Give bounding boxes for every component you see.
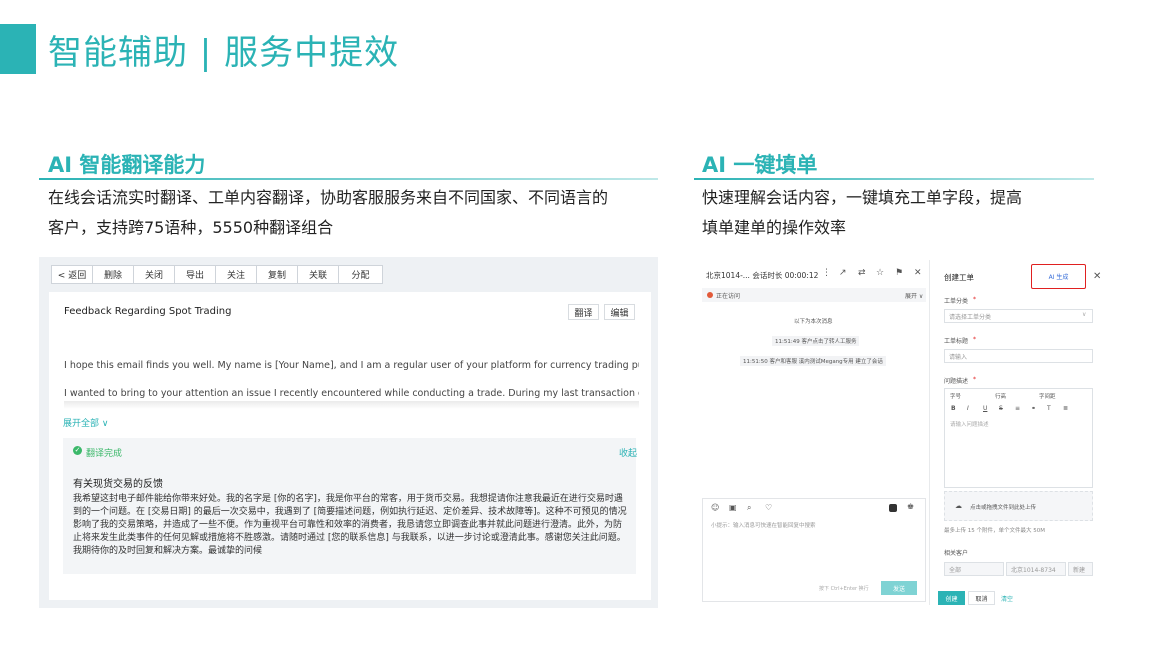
- export-button[interactable]: 导出: [174, 265, 216, 284]
- text-fade: [64, 401, 639, 409]
- email-card: Feedback Regarding Spot Trading 翻译 编辑 I …: [49, 292, 651, 600]
- back-button[interactable]: < 返回: [51, 265, 93, 284]
- share-icon[interactable]: ↗: [839, 268, 847, 278]
- check-icon: ✓: [73, 446, 82, 455]
- customer-scope-select[interactable]: 全部: [944, 562, 1004, 576]
- copy-button[interactable]: 复制: [256, 265, 298, 284]
- category-label: 工单分类: [944, 298, 969, 305]
- ticket-title-label: 工单标题: [944, 338, 969, 345]
- category-required: *: [973, 296, 976, 303]
- section-title-translation: AI 智能翻译能力: [48, 153, 206, 177]
- event-transfer: 11:51:49 客户点击了转人工服务: [772, 336, 860, 346]
- email-paragraph-2: I wanted to bring to your attention an i…: [64, 388, 639, 399]
- image-icon[interactable]: ▣: [729, 503, 737, 512]
- collapse-link[interactable]: 收起: [619, 446, 637, 459]
- list-icon[interactable]: ≡: [1015, 405, 1020, 412]
- description-editor[interactable]: 字号 行高 字间距 B I U S ≡ ⚭ T ≣ 请输入问题描述: [944, 388, 1093, 488]
- create-ticket-title: 创建工单: [944, 273, 974, 282]
- link-button[interactable]: 关联: [297, 265, 339, 284]
- visitor-status: 正在访问: [716, 293, 741, 300]
- ai-generate-highlight: AI 生成: [1031, 264, 1086, 289]
- ticket-title-input[interactable]: 请输入: [944, 349, 1093, 363]
- send-button[interactable]: 发送: [881, 581, 917, 595]
- create-button[interactable]: 创建: [938, 591, 965, 605]
- assign-button[interactable]: 分配: [338, 265, 383, 284]
- email-paragraph-1: I hope this email finds you well. My nam…: [64, 360, 639, 371]
- translation-title: 有关现货交易的反馈: [73, 479, 163, 490]
- section-title-autofill: AI 一键填单: [702, 153, 818, 177]
- translation-status: 翻译完成: [86, 449, 123, 459]
- page-title: 智能辅助 | 服务中提效: [48, 33, 400, 73]
- ai-generate-button[interactable]: AI 生成: [1043, 270, 1075, 283]
- upload-icon: ☁: [955, 502, 962, 510]
- section-desc-right-2: 填单建单的操作效率: [702, 218, 847, 237]
- edit-button[interactable]: 编辑: [604, 304, 635, 320]
- upload-hint: 最多上传 15 个附件，单个文件最大 50M: [944, 528, 1045, 534]
- italic-icon[interactable]: I: [967, 405, 969, 412]
- message-divider: 以下为本次消息: [794, 319, 833, 325]
- star-icon[interactable]: ☆: [876, 268, 884, 278]
- translation-body: 我希望这封电子邮件能给你带来好处。我的名字是 [你的名字]，我是你平台的常客，用…: [73, 494, 627, 556]
- chevron-down-icon: ∨: [1082, 311, 1087, 318]
- ticket-toolbar: < 返回 删除 关闭 导出 关注 复制 关联 分配: [51, 265, 383, 284]
- align-icon[interactable]: ≣: [1063, 405, 1068, 412]
- translation-box: ✓ 翻译完成 收起 有关现货交易的反馈 我希望这封电子邮件能给你带来好处。我的名…: [63, 438, 637, 574]
- section-desc-left-2: 客户，支持跨75语种，5550种翻译组合: [48, 218, 334, 237]
- attachment-icon[interactable]: ⌕: [747, 503, 751, 513]
- section-divider-left: [39, 178, 658, 180]
- strikethrough-icon[interactable]: S: [999, 405, 1003, 412]
- desc-required: *: [973, 376, 976, 383]
- ticket-translation-screenshot: < 返回 删除 关闭 导出 关注 复制 关联 分配 Feedback Regar…: [39, 257, 658, 608]
- trophy-icon[interactable]: ♚: [907, 502, 914, 511]
- clear-format-icon[interactable]: T: [1047, 405, 1051, 412]
- upload-area[interactable]: ☁ 点击或拖拽文件到此处上传: [944, 491, 1093, 521]
- customer-label: 相关客户: [944, 550, 969, 557]
- section-divider-right: [694, 178, 1094, 180]
- description-placeholder: 请输入问题描述: [950, 422, 989, 428]
- create-ticket-pane: 创建工单 AI 生成 ✕ 工单分类 * 请选择工单分类 ∨ 工单标题 * 请输入…: [930, 260, 1108, 605]
- message-input-box[interactable]: ☺ ▣ ⌕ ♡ ♚ 小提示：输入消息可快速在智能回复中搜索 按下 Ctrl+En…: [702, 498, 926, 602]
- email-subject: Feedback Regarding Spot Trading: [64, 306, 232, 317]
- underline-icon[interactable]: U: [983, 405, 987, 412]
- follow-button[interactable]: 关注: [215, 265, 257, 284]
- description-label: 问题描述: [944, 378, 969, 385]
- font-size-select[interactable]: 字号: [950, 392, 961, 400]
- customer-value[interactable]: 北京1014-8734: [1006, 562, 1066, 576]
- event-session: 11:51:50 客户和客服 溪内测试Megang专用 建立了会话: [740, 356, 886, 366]
- expand-all-link[interactable]: 展开全部 ∨: [63, 416, 108, 429]
- section-desc-right-1: 快速理解会话内容，一键填充工单字段，提高: [702, 188, 1023, 207]
- title-required: *: [973, 336, 976, 343]
- section-desc-left-1: 在线会话流实时翻译、工单内容翻译，协助客服服务来自不同国家、不同语言的: [48, 188, 609, 207]
- transfer-icon[interactable]: ⇄: [858, 268, 866, 278]
- link-icon[interactable]: ⚭: [1031, 405, 1036, 412]
- thumbs-up-icon[interactable]: ♡: [765, 503, 772, 512]
- chat-ticket-screenshot: 北京1014-... 会话时长 00:00:12 ⋮ ↗ ⇄ ☆ ⚑ ✕ 正在访…: [698, 260, 1108, 608]
- title-accent-bar: [0, 24, 36, 74]
- clear-button[interactable]: 清空: [1001, 594, 1013, 603]
- close-form-icon[interactable]: ✕: [1093, 271, 1101, 282]
- cancel-button[interactable]: 取消: [968, 591, 995, 605]
- line-height-select[interactable]: 行高: [995, 392, 1006, 400]
- close-button[interactable]: 关闭: [133, 265, 175, 284]
- close-icon[interactable]: ✕: [914, 268, 922, 278]
- new-customer-button[interactable]: 新建: [1068, 562, 1093, 576]
- chat-pane: 北京1014-... 会话时长 00:00:12 ⋮ ↗ ⇄ ☆ ⚑ ✕ 正在访…: [698, 260, 930, 605]
- more-icon[interactable]: ⋮: [822, 268, 831, 278]
- expand-link[interactable]: 展开 ∨: [905, 291, 923, 300]
- category-select[interactable]: 请选择工单分类: [944, 309, 1093, 323]
- upload-text: 点击或拖拽文件到此处上传: [970, 505, 1037, 511]
- letter-spacing-select[interactable]: 字间距: [1039, 392, 1056, 400]
- input-hint: 小提示：输入消息可快速在智能回复中搜索: [711, 523, 816, 529]
- chat-header: 北京1014-... 会话时长 00:00:12: [706, 271, 819, 280]
- browser-icon: [707, 292, 713, 298]
- delete-button[interactable]: 删除: [92, 265, 134, 284]
- bold-icon[interactable]: B: [951, 405, 956, 412]
- emoji-icon[interactable]: ☺: [711, 503, 719, 512]
- ai-reply-icon[interactable]: [889, 504, 897, 512]
- send-hint: 按下 Ctrl+Enter 换行: [819, 586, 869, 592]
- flag-icon[interactable]: ⚑: [895, 268, 903, 278]
- translate-button[interactable]: 翻译: [568, 304, 599, 320]
